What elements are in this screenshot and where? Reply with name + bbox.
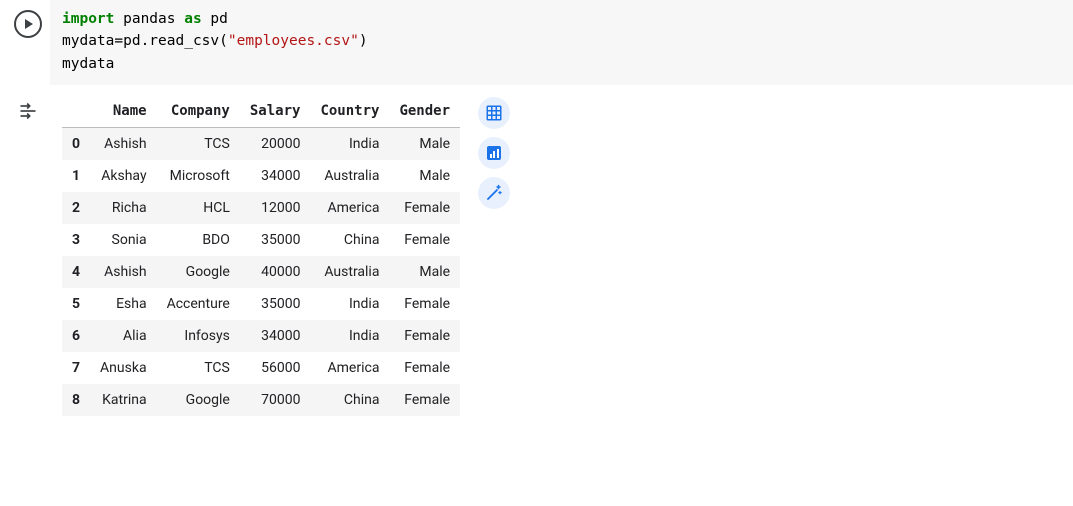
cell: 56000 [240, 352, 311, 384]
row-index: 7 [62, 352, 90, 384]
table-row: 5EshaAccenture35000IndiaFemale [62, 288, 460, 320]
cell: HCL [157, 192, 240, 224]
row-index: 5 [62, 288, 90, 320]
code-cell: import pandas as pd mydata=pd.read_csv("… [0, 0, 1073, 85]
cell: Ashish [90, 256, 157, 288]
code-editor[interactable]: import pandas as pd mydata=pd.read_csv("… [50, 0, 1073, 85]
cell: Female [389, 320, 460, 352]
output-action-bar [478, 95, 510, 209]
col-header: Salary [240, 95, 311, 128]
cell: Australia [310, 256, 389, 288]
code-token: pd [202, 11, 228, 27]
cell: 20000 [240, 128, 311, 161]
run-button[interactable] [14, 10, 42, 38]
magic-wand-icon [485, 184, 503, 202]
code-token: mydata [62, 56, 114, 72]
cell: China [310, 224, 389, 256]
output-cell: Name Company Salary Country Gender 0Ashi… [0, 85, 1073, 416]
cell: Infosys [157, 320, 240, 352]
col-header: Country [310, 95, 389, 128]
chart-icon [487, 146, 501, 160]
cell: 35000 [240, 224, 311, 256]
cell: Male [389, 160, 460, 192]
cell: Katrina [90, 384, 157, 416]
cell: India [310, 320, 389, 352]
table-row: 4AshishGoogle40000AustraliaMale [62, 256, 460, 288]
cell: Female [389, 352, 460, 384]
table-row: 2RichaHCL12000AmericaFemale [62, 192, 460, 224]
cell: Male [389, 256, 460, 288]
magic-wand-button[interactable] [478, 177, 510, 209]
code-token: pandas [114, 11, 184, 27]
row-index: 0 [62, 128, 90, 161]
row-index: 6 [62, 320, 90, 352]
cell: Australia [310, 160, 389, 192]
col-header: Company [157, 95, 240, 128]
cell: Akshay [90, 160, 157, 192]
cell: Google [157, 256, 240, 288]
cell: 70000 [240, 384, 311, 416]
cell: 34000 [240, 320, 311, 352]
cell: BDO [157, 224, 240, 256]
col-header: Gender [389, 95, 460, 128]
index-header [62, 95, 90, 128]
code-token: mydata=pd.read_csv( [62, 33, 228, 49]
table-row: 3SoniaBDO35000ChinaFemale [62, 224, 460, 256]
cell: Alia [90, 320, 157, 352]
code-token: ) [359, 33, 368, 49]
data-table-button[interactable] [478, 97, 510, 129]
data-table-icon [485, 104, 503, 122]
cell: 35000 [240, 288, 311, 320]
chart-button[interactable] [478, 137, 510, 169]
cell: America [310, 352, 389, 384]
cell: India [310, 288, 389, 320]
row-index: 2 [62, 192, 90, 224]
dataframe-table: Name Company Salary Country Gender 0Ashi… [62, 95, 460, 416]
table-row: 1AkshayMicrosoft34000AustraliaMale [62, 160, 460, 192]
cell-gutter [0, 0, 50, 85]
cell: Esha [90, 288, 157, 320]
table-row: 8KatrinaGoogle70000ChinaFemale [62, 384, 460, 416]
cell: Female [389, 192, 460, 224]
cell: 34000 [240, 160, 311, 192]
code-token: import [62, 11, 114, 27]
row-index: 3 [62, 224, 90, 256]
cell: Accenture [157, 288, 240, 320]
row-index: 1 [62, 160, 90, 192]
cell: Richa [90, 192, 157, 224]
output-gutter [0, 95, 50, 416]
cell: Sonia [90, 224, 157, 256]
table-row: 6AliaInfosys34000IndiaFemale [62, 320, 460, 352]
code-token: as [184, 11, 201, 27]
col-header: Name [90, 95, 157, 128]
cell: TCS [157, 128, 240, 161]
row-index: 4 [62, 256, 90, 288]
cell: Google [157, 384, 240, 416]
cell: Anuska [90, 352, 157, 384]
cell: Male [389, 128, 460, 161]
cell: Female [389, 384, 460, 416]
variable-flow-icon[interactable] [18, 101, 38, 121]
cell: Female [389, 288, 460, 320]
cell: Ashish [90, 128, 157, 161]
table-row: 7AnuskaTCS56000AmericaFemale [62, 352, 460, 384]
cell: 40000 [240, 256, 311, 288]
cell: Female [389, 224, 460, 256]
cell: America [310, 192, 389, 224]
cell: TCS [157, 352, 240, 384]
row-index: 8 [62, 384, 90, 416]
header-row: Name Company Salary Country Gender [62, 95, 460, 128]
code-token: "employees.csv" [228, 33, 359, 49]
cell: China [310, 384, 389, 416]
cell: Microsoft [157, 160, 240, 192]
cell: India [310, 128, 389, 161]
cell: 12000 [240, 192, 311, 224]
run-icon [25, 19, 33, 29]
table-row: 0AshishTCS20000IndiaMale [62, 128, 460, 161]
output-body: Name Company Salary Country Gender 0Ashi… [50, 95, 1073, 416]
